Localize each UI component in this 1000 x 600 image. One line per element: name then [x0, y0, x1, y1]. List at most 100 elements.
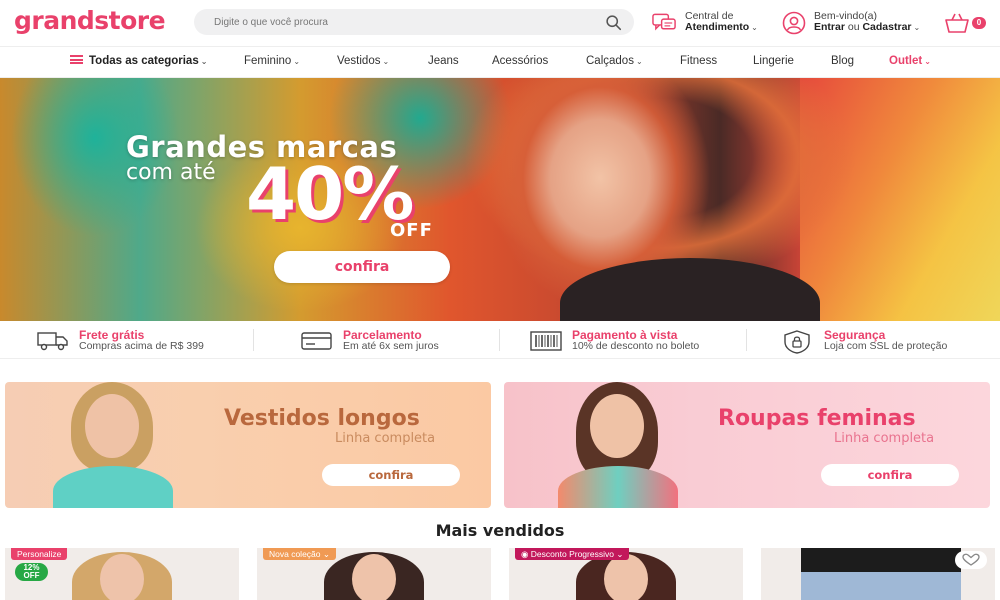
banner-title: Vestidos longos [224, 406, 420, 431]
login-link[interactable]: Entrar [814, 21, 845, 33]
divider [253, 329, 254, 351]
product-card[interactable]: Personalize 12% OFF [5, 548, 239, 600]
chevron-down-icon: ⌄ [635, 57, 643, 66]
product-badge: ◉ Desconto Progressivo ⌄ [515, 548, 630, 560]
banner-subtitle: Linha completa [335, 431, 436, 446]
product-model-face [100, 554, 144, 600]
product-card[interactable]: ◉ Desconto Progressivo ⌄ [509, 548, 743, 600]
chevron-down-icon: ⌄ [924, 57, 931, 66]
nav-all-categories-label: Todas as categorias [89, 55, 199, 67]
model-top [558, 466, 678, 508]
nav-item-label: Jeans [428, 55, 459, 67]
nav-item-acessorios[interactable]: Acessórios [492, 55, 548, 67]
nav-item-lingerie[interactable]: Lingerie [753, 55, 794, 67]
percent-icon: ◉ [521, 549, 529, 559]
chat-bubbles-icon [652, 13, 676, 31]
product-card[interactable] [761, 548, 995, 600]
category-nav: Todas as categorias ⌄ Feminino ⌄ Vestidos ⌄… [0, 46, 1000, 78]
benefit-desc: Em até 6x sem juros [343, 340, 439, 352]
benefit-desc: Compras acima de R$ 399 [79, 340, 204, 352]
nav-item-label: Acessórios [492, 55, 549, 67]
discount-off: OFF [23, 571, 40, 580]
benefit-free-shipping: Frete grátis Compras acima de R$ 399 [37, 329, 247, 353]
chevron-down-icon: ⌄ [616, 549, 624, 559]
product-badge: Personalize [11, 548, 68, 560]
account-label: Bem-vindo(a) Entrar ou Cadastrar ⌄ [814, 11, 920, 33]
product-image [801, 548, 961, 600]
model-face [590, 394, 644, 458]
section-title-best-sellers: Mais vendidos [435, 521, 565, 540]
hero-cta-button[interactable]: confira [274, 251, 450, 283]
or-text: ou [847, 21, 860, 33]
cart-button[interactable]: 0 [944, 12, 992, 34]
divider [746, 329, 747, 351]
chevron-down-icon: ⌄ [322, 549, 331, 559]
nav-item-blog[interactable]: Blog [831, 55, 854, 67]
help-center-label: Central de Atendimento ⌄ [685, 11, 758, 33]
chevron-down-icon: ⌄ [200, 57, 208, 66]
banner-subtitle: Linha completa [834, 431, 935, 446]
heart-icon [962, 553, 980, 566]
store-logo[interactable]: grandstore [14, 6, 166, 35]
nav-item-vestidos[interactable]: Vestidos ⌄ [337, 55, 389, 67]
chevron-down-icon: ⌄ [751, 23, 758, 32]
discount-badge: 12% OFF [15, 563, 48, 581]
cart-count-badge: 0 [972, 17, 986, 29]
banner-cta-button[interactable]: confira [322, 464, 460, 486]
banner-cta-button[interactable]: confira [821, 464, 959, 486]
nav-item-label: Blog [831, 55, 855, 67]
product-badge-label: Desconto Progressivo [530, 549, 614, 559]
barcode-icon [530, 331, 562, 351]
search-input[interactable] [214, 13, 594, 31]
nav-item-label: Calçados [586, 55, 634, 67]
chevron-down-icon: ⌄ [913, 23, 921, 32]
search-bar [194, 9, 634, 35]
model-face [85, 394, 139, 458]
nav-item-calcados[interactable]: Calçados ⌄ [586, 55, 643, 67]
nav-item-feminino[interactable]: Feminino ⌄ [244, 55, 300, 67]
banner-model-image [53, 382, 173, 508]
banner-title: Roupas feminas [718, 406, 916, 431]
search-icon[interactable] [605, 14, 622, 31]
nav-item-label: Feminino [244, 55, 292, 67]
shield-lock-icon [784, 330, 810, 354]
hero-discount: 40% [246, 152, 414, 236]
truck-icon [37, 332, 68, 351]
nav-item-label: Outlet [889, 55, 923, 67]
product-badge-label: Nova coleção [269, 549, 321, 559]
hero-banner[interactable]: Grandes marcas com até 40% OFF confira [0, 78, 1000, 321]
nav-item-label: Vestidos [337, 55, 381, 67]
benefit-installments: Parcelamento Em até 6x sem juros [301, 329, 491, 353]
product-model-face [604, 554, 648, 600]
benefit-security: Segurança Loja com SSL de proteção [782, 329, 982, 354]
header: grandstore Central de Atendimento⌄ Bem-v… [0, 0, 1000, 46]
benefits-bar: Frete grátis Compras acima de R$ 399 Par… [0, 321, 1000, 359]
nav-item-label: Lingerie [753, 55, 794, 67]
product-model-face [352, 554, 396, 600]
divider [499, 329, 500, 351]
chevron-down-icon: ⌄ [382, 57, 390, 66]
wishlist-button[interactable] [955, 551, 987, 569]
nav-item-label: Fitness [680, 55, 718, 67]
chevron-down-icon: ⌄ [293, 57, 301, 66]
benefit-desc: Loja com SSL de proteção [824, 340, 948, 352]
nav-item-outlet[interactable]: Outlet ⌄ [889, 55, 931, 67]
banner-long-dresses[interactable]: Vestidos longos Linha completa confira [5, 382, 491, 508]
nav-item-fitness[interactable]: Fitness [680, 55, 717, 67]
hero-off-label: OFF [390, 220, 433, 241]
nav-all-categories[interactable]: Todas as categorias ⌄ [70, 55, 207, 67]
user-avatar-icon [782, 11, 806, 35]
benefit-desc: 10% de desconto no boleto [572, 340, 700, 352]
hero-subtitle: com até [126, 160, 216, 185]
benefit-cash-payment: Pagamento à vista 10% de desconto no bol… [530, 329, 740, 353]
model-top [53, 466, 173, 508]
banner-womens-clothing[interactable]: Roupas feminas Linha completa confira [504, 382, 990, 508]
credit-card-icon [301, 332, 332, 350]
product-card[interactable]: Nova coleção ⌄ [257, 548, 491, 600]
nav-item-jeans[interactable]: Jeans [428, 55, 459, 67]
shopping-basket-icon [945, 13, 969, 33]
register-link[interactable]: Cadastrar [862, 21, 911, 33]
menu-icon [70, 55, 83, 65]
banner-model-image [558, 382, 678, 508]
help-line2: Atendimento [685, 21, 750, 33]
